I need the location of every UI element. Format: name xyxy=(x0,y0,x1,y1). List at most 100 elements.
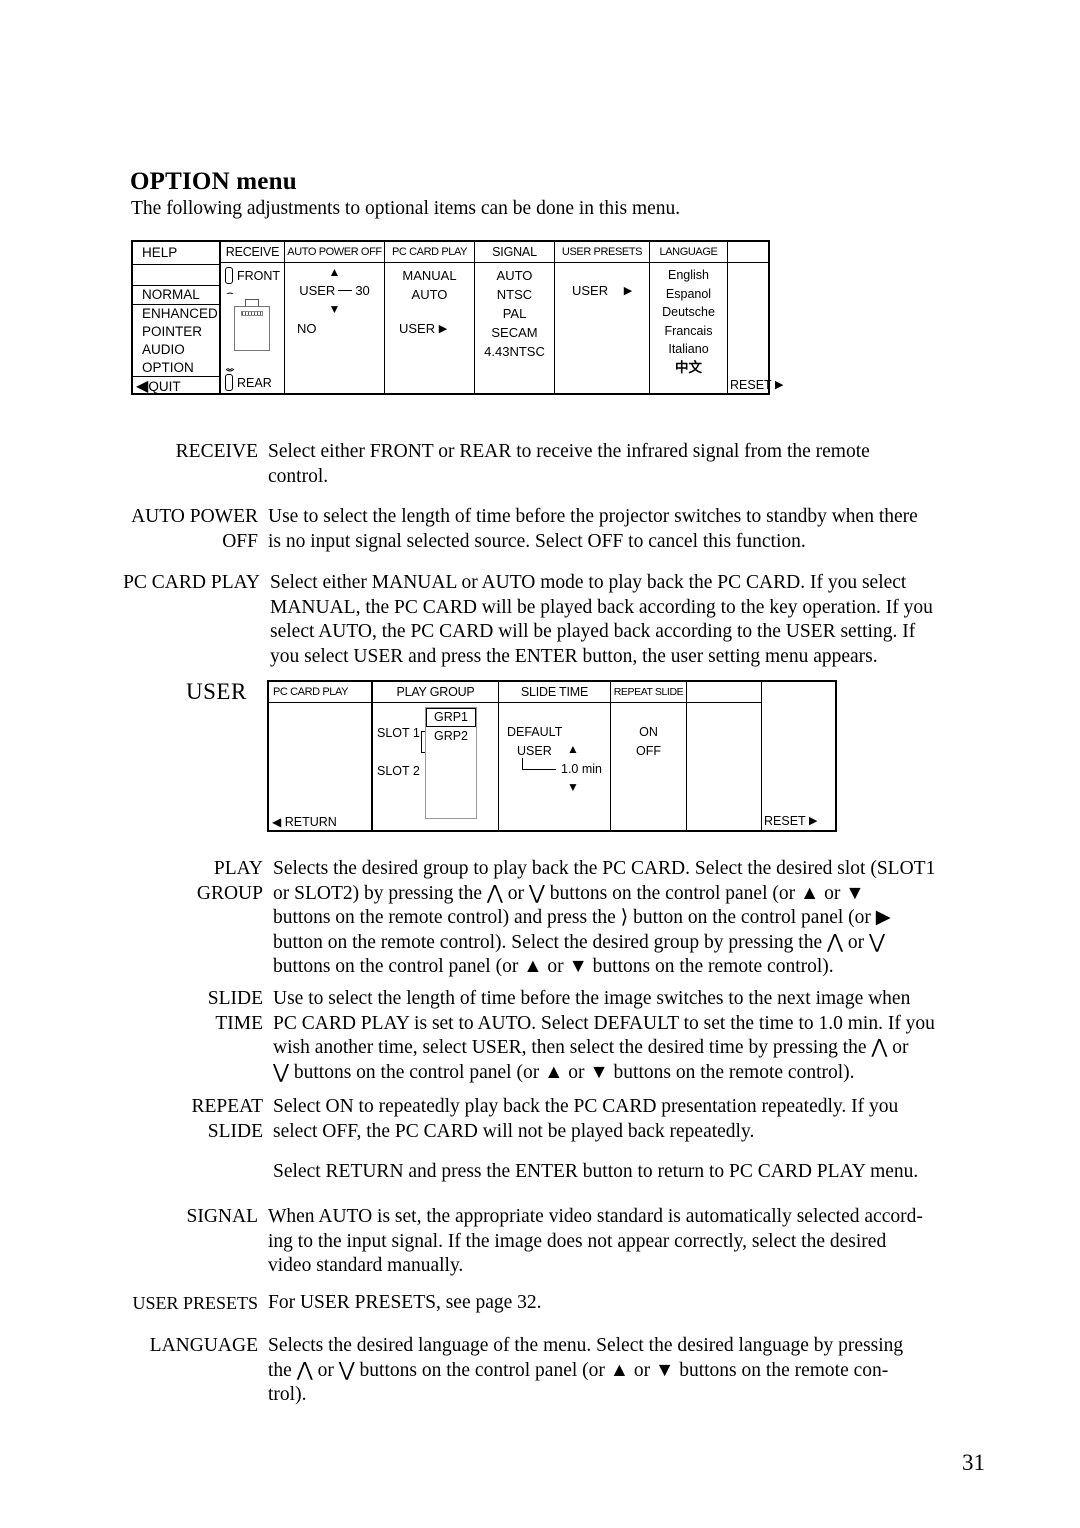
help-item-option[interactable]: OPTION xyxy=(133,359,219,377)
slide-time-default-option[interactable]: DEFAULT xyxy=(507,725,562,739)
slide-time-down-arrow-icon[interactable]: ▼ xyxy=(567,780,579,794)
receive-front-label: FRONT xyxy=(237,268,281,283)
reset-column-body: RESET ▶ xyxy=(728,263,783,394)
language-item-italiano[interactable]: Italiano xyxy=(650,340,727,359)
user-pc-card-play-column: PC CARD PLAY ◀ RETURN xyxy=(269,682,373,830)
user-submenu-diagram: PC CARD PLAY ◀ RETURN PLAY GROUP SLOT 1 … xyxy=(267,680,837,832)
play-group-slot-1[interactable]: SLOT 1 xyxy=(377,726,420,740)
reset-right-arrow-icon: ▶ xyxy=(774,379,784,391)
definition-slide-time: SLIDE TIME Use to select the length of t… xyxy=(125,987,1013,1085)
user-reset-right-arrow-icon: ▶ xyxy=(808,815,818,827)
language-item-english[interactable]: English xyxy=(650,266,727,285)
help-column-header: HELP xyxy=(133,242,219,265)
help-item-normal[interactable]: NORMAL xyxy=(133,286,219,305)
language-item-espanol[interactable]: Espanol xyxy=(650,285,727,304)
play-group-list: GRP1 GRP2 xyxy=(425,707,477,819)
return-label: RETURN xyxy=(284,815,337,829)
definition-line: the ⋀ or ⋁ buttons on the control panel … xyxy=(268,1359,889,1381)
user-presets-user-option[interactable]: USER ▶ xyxy=(572,283,632,298)
receive-column-body: FRONT REAR xyxy=(221,263,284,394)
definition-user-presets: USER PRESETS For USER PRESETS, see page … xyxy=(120,1291,1013,1316)
user-blank-column-header xyxy=(687,682,761,703)
slide-time-user-option[interactable]: USER xyxy=(517,744,552,758)
play-group-item-grp1[interactable]: GRP1 xyxy=(426,708,476,727)
definition-description: Select either MANUAL or AUTO mode to pla… xyxy=(270,571,1010,669)
help-item-enhanced[interactable]: ENHANCED xyxy=(133,305,219,323)
definition-term: SLIDE TIME xyxy=(207,988,263,1034)
pc-card-play-user-option[interactable]: USER ▶ xyxy=(399,321,447,336)
signal-item-443ntsc[interactable]: 4.43NTSC xyxy=(475,342,554,361)
definition-description: Use to select the length of time before … xyxy=(273,987,1013,1085)
page-number: 31 xyxy=(962,1450,985,1475)
definition-term: USER PRESETS xyxy=(132,1293,258,1313)
auto-power-off-up-arrow-icon[interactable]: ▲ xyxy=(285,265,384,279)
definition-line: select OFF, the PC CARD will not be play… xyxy=(273,1120,755,1142)
definition-line: you select USER and press the ENTER butt… xyxy=(270,645,878,667)
definition-line: video standard manually. xyxy=(268,1255,464,1276)
return-left-arrow-icon: ◀ xyxy=(272,815,282,829)
receive-rear-option[interactable]: REAR xyxy=(225,367,272,391)
definition-receive: RECEIVE Select either FRONT or REAR to r… xyxy=(120,440,980,489)
repeat-slide-item-on[interactable]: ON xyxy=(611,725,686,739)
help-item-audio[interactable]: AUDIO xyxy=(133,341,219,359)
help-item-pointer[interactable]: POINTER xyxy=(133,323,219,341)
signal-item-auto[interactable]: AUTO xyxy=(475,266,554,285)
return-note-spacer xyxy=(125,1160,273,1185)
auto-power-off-no-option[interactable]: NO xyxy=(297,321,317,336)
definition-term: PLAY GROUP xyxy=(196,858,263,904)
user-pc-card-play-header: PC CARD PLAY xyxy=(269,682,371,703)
definition-line: PC CARD PLAY is set to AUTO. Select DEFA… xyxy=(273,1012,935,1034)
signal-column-header: SIGNAL xyxy=(475,242,554,263)
definition-repeat-slide: REPEAT SLIDE Select ON to repeatedly pla… xyxy=(125,1095,1013,1144)
receive-column-header: RECEIVE xyxy=(221,242,284,263)
definition-term: REPEAT SLIDE xyxy=(191,1096,263,1142)
definition-term: AUTO POWER OFF xyxy=(131,506,258,552)
definition-line: Selects the desired group to play back t… xyxy=(273,858,936,879)
auto-power-off-user-label: USER xyxy=(299,283,336,298)
language-item-deutsche[interactable]: Deutsche xyxy=(650,303,727,322)
signal-item-pal[interactable]: PAL xyxy=(475,304,554,323)
auto-power-off-user-row[interactable]: USER 30 xyxy=(285,283,384,298)
definition-term: SIGNAL xyxy=(186,1206,259,1227)
signal-item-ntsc[interactable]: NTSC xyxy=(475,285,554,304)
play-group-slot-2[interactable]: SLOT 2 xyxy=(377,764,420,778)
language-item-chinese[interactable]: 中文 xyxy=(650,359,727,378)
return-note-line: Select RETURN and press the ENTER button… xyxy=(273,1161,919,1182)
signal-column-body: AUTO NTSC PAL SECAM 4.43NTSC xyxy=(475,263,554,397)
user-presets-column-header: USER PRESETS xyxy=(555,242,649,263)
repeat-slide-column: REPEAT SLIDE ON OFF xyxy=(611,682,687,830)
user-pc-card-play-body: ◀ RETURN xyxy=(269,703,371,831)
return-button[interactable]: ◀ RETURN xyxy=(272,815,337,829)
pc-card-play-right-arrow-icon: ▶ xyxy=(438,323,448,335)
projector-illustration-icon xyxy=(234,299,270,351)
help-column: HELP NORMAL ENHANCED POINTER AUDIO OPTIO… xyxy=(133,242,221,394)
pc-card-play-column-body: MANUAL AUTO USER ▶ xyxy=(385,263,474,397)
quit-button[interactable]: ◀QUIT xyxy=(133,376,219,394)
auto-power-off-column-body: ▲ USER 30 ▼ NO xyxy=(285,263,384,394)
user-reset-button[interactable]: RESET ▶ xyxy=(764,814,817,828)
ir-sensor-front-icon xyxy=(225,267,234,294)
slide-time-up-arrow-icon[interactable]: ▲ xyxy=(567,742,579,756)
repeat-slide-column-body: ON OFF xyxy=(611,703,686,831)
play-group-column-header: PLAY GROUP xyxy=(373,682,498,703)
definition-term: RECEIVE xyxy=(175,441,258,462)
definition-description: Select either FRONT or REAR to receive t… xyxy=(268,440,980,489)
auto-power-off-user-value: 30 xyxy=(355,283,370,298)
pc-card-play-item-auto[interactable]: AUTO xyxy=(385,285,474,304)
reset-button[interactable]: RESET ▶ xyxy=(730,378,783,392)
definition-line: MANUAL, the PC CARD will be played back … xyxy=(270,596,933,618)
pc-card-play-item-manual[interactable]: MANUAL xyxy=(385,266,474,285)
signal-item-secam[interactable]: SECAM xyxy=(475,323,554,342)
receive-front-option[interactable]: FRONT xyxy=(225,267,281,294)
language-column: LANGUAGE English Espanol Deutsche Franca… xyxy=(650,242,728,393)
language-item-francais[interactable]: Francais xyxy=(650,322,727,341)
definition-line: buttons on the remote control) and press… xyxy=(273,907,891,928)
definition-line: is no input signal selected source. Sele… xyxy=(268,530,806,552)
language-column-header: LANGUAGE xyxy=(650,242,727,263)
repeat-slide-item-off[interactable]: OFF xyxy=(611,744,686,758)
definition-line: select AUTO, the PC CARD will be played … xyxy=(270,621,916,642)
auto-power-off-down-arrow-icon[interactable]: ▼ xyxy=(285,302,384,316)
reset-column-header xyxy=(728,242,768,263)
play-group-item-grp2[interactable]: GRP2 xyxy=(426,727,476,746)
definition-term: LANGUAGE xyxy=(149,1335,258,1356)
